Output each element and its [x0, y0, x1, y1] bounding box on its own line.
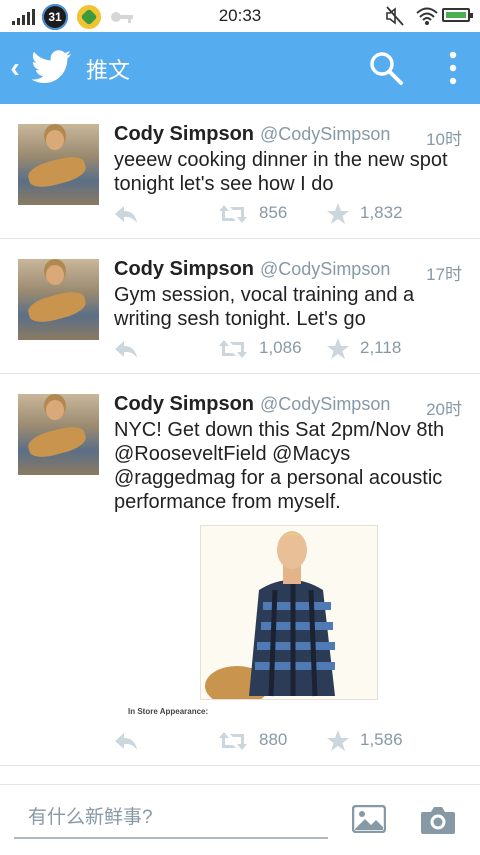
clock: 20:33: [218, 6, 262, 25]
tweet-actions: 1,086 2,118: [114, 336, 464, 362]
avatar[interactable]: [18, 124, 99, 205]
media-photo: [201, 526, 377, 699]
star-icon[interactable]: [326, 337, 350, 361]
tweet-author-name: Cody Simpson: [114, 393, 255, 415]
compose-bar: [0, 784, 480, 855]
star-icon[interactable]: [326, 729, 350, 753]
action-bar: ‹ 推文: [0, 32, 480, 104]
tweet-text: yeeew cooking dinner in the new spot ton…: [114, 149, 448, 195]
tweet[interactable]: Cody Simpson @CodySimpson 20时 NYC! Get do…: [0, 374, 480, 766]
more-vertical-icon[interactable]: [440, 50, 466, 86]
tweet-author-handle: @CodySimpson: [260, 259, 391, 279]
timeline: Cody Simpson @CodySimpson 10时 yeeew cooki…: [0, 104, 480, 766]
tweet-text: Gym session, vocal training and a writin…: [114, 284, 415, 330]
camera-icon[interactable]: [420, 805, 456, 835]
favorite-count: 2,118: [360, 338, 402, 357]
search-icon[interactable]: [368, 50, 404, 86]
tweet-timestamp: 17时: [426, 265, 462, 284]
tweet-text: NYC! Get down this Sat 2pm/Nov 8th @Roos…: [114, 419, 445, 513]
reply-icon[interactable]: [114, 203, 138, 225]
tweet-author-handle: @CodySimpson: [260, 124, 391, 144]
tweet-media-image[interactable]: [200, 525, 378, 700]
tweet[interactable]: Cody Simpson @CodySimpson 10时 yeeew cooki…: [0, 104, 480, 239]
tweet-author-name: Cody Simpson: [114, 123, 255, 145]
compose-input[interactable]: [14, 799, 328, 839]
avatar[interactable]: [18, 394, 99, 475]
favorite-count: 1,832: [360, 203, 403, 222]
retweet-count: 1,086: [259, 338, 302, 357]
tweet-actions: 880 1,586: [114, 728, 464, 754]
tweet-author[interactable]: Cody Simpson @CodySimpson: [114, 393, 390, 416]
reply-icon[interactable]: [114, 730, 138, 752]
retweet-count: 880: [259, 730, 288, 749]
avatar[interactable]: [18, 259, 99, 340]
retweet-icon[interactable]: [218, 203, 248, 225]
image-icon[interactable]: [352, 805, 386, 833]
status-bar: 31 20:33: [0, 0, 480, 32]
tweet-actions: 856 1,832: [114, 201, 464, 227]
tweet[interactable]: Cody Simpson @CodySimpson 17时 Gym session…: [0, 239, 480, 374]
tweet-timestamp: 10时: [426, 130, 462, 149]
twitter-bird-icon[interactable]: [32, 50, 72, 84]
retweet-icon[interactable]: [218, 730, 248, 752]
tweet-author-handle: @CodySimpson: [260, 394, 391, 414]
tweet-author[interactable]: Cody Simpson @CodySimpson: [114, 123, 390, 146]
media-caption: In Store Appearance:: [128, 707, 209, 716]
star-icon[interactable]: [326, 202, 350, 226]
battery-icon: [442, 8, 473, 22]
tweet-author-name: Cody Simpson: [114, 258, 255, 280]
favorite-count: 1,586: [360, 730, 403, 749]
reply-icon[interactable]: [114, 338, 138, 360]
wifi-icon: [416, 7, 438, 25]
chevron-left-icon[interactable]: ‹: [6, 50, 24, 86]
retweet-count: 856: [259, 203, 288, 222]
mute-icon: [386, 6, 404, 26]
retweet-icon[interactable]: [218, 338, 248, 360]
tweet-author[interactable]: Cody Simpson @CodySimpson: [114, 258, 390, 281]
tweet-timestamp: 20时: [426, 400, 462, 419]
page-title: 推文: [86, 58, 131, 83]
